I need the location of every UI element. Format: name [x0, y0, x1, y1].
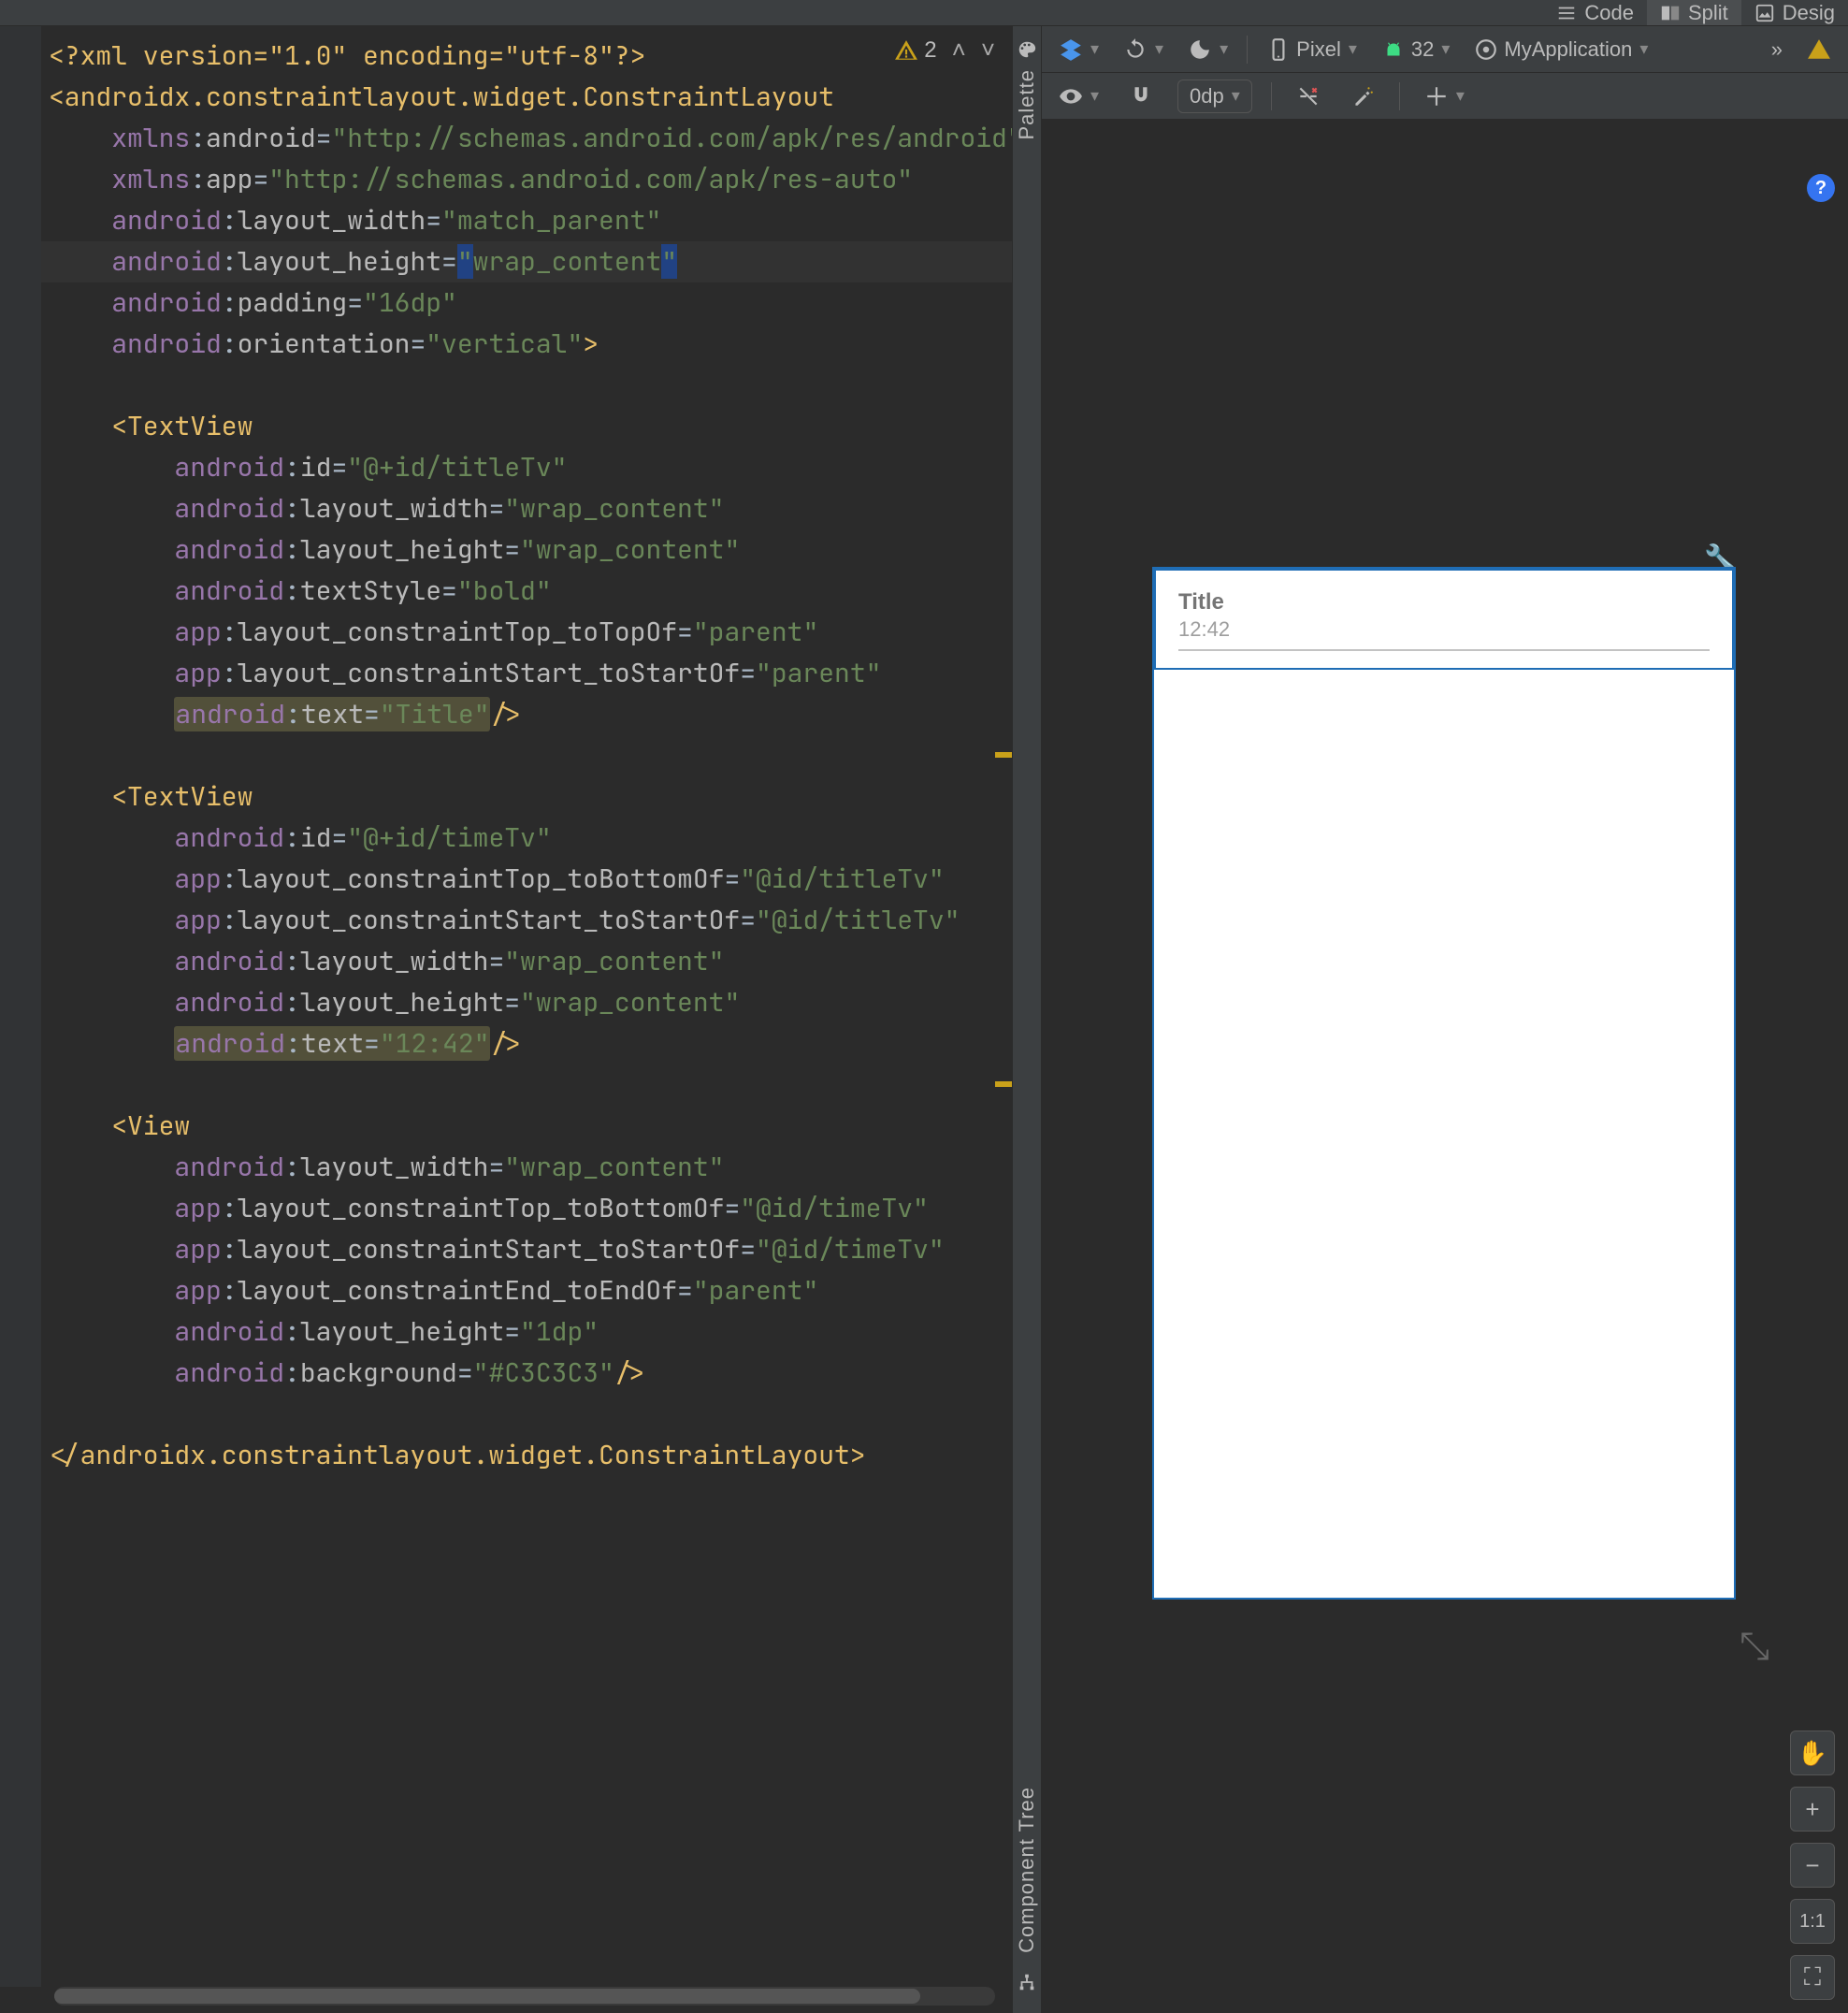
warning-icon: [1807, 37, 1831, 62]
magnet-button[interactable]: [1123, 80, 1159, 112]
design-toolbar-primary: ▾ ▾ ▾ Pixel▾ 32▾: [1042, 26, 1848, 73]
tree-icon: [1017, 1972, 1037, 1992]
infer-constraints-button[interactable]: [1345, 80, 1380, 112]
palette-label: Palette: [1015, 69, 1039, 140]
toolbar-warning[interactable]: [1801, 34, 1837, 65]
tab-code[interactable]: Code: [1543, 0, 1647, 25]
design-surface-button[interactable]: ▾: [1053, 34, 1104, 65]
split-icon: [1660, 3, 1681, 23]
list-icon: [1556, 3, 1577, 23]
zoom-fit-button[interactable]: ⛶: [1790, 1955, 1835, 2000]
guidelines-button[interactable]: ▾: [1419, 80, 1470, 112]
tab-design[interactable]: Desig: [1741, 0, 1848, 25]
theme-label: MyApplication: [1504, 37, 1632, 62]
design-toolbar-secondary: ▾ 0dp▾: [1042, 73, 1848, 120]
api-label: 32: [1411, 37, 1434, 62]
api-selector[interactable]: 32▾: [1376, 34, 1456, 65]
inspection-warnings[interactable]: 2: [894, 37, 936, 64]
tab-split-label: Split: [1688, 1, 1728, 25]
clear-constraints-icon: [1296, 84, 1321, 109]
pan-button[interactable]: ✋: [1790, 1731, 1835, 1775]
resize-handle[interactable]: ⤡: [1740, 1626, 1769, 1668]
phone-icon: [1266, 37, 1291, 62]
device-preview[interactable]: Title 12:42: [1154, 569, 1734, 1598]
preview-time: 12:42: [1154, 615, 1734, 649]
zoom-reset-button[interactable]: 1:1: [1790, 1899, 1835, 1944]
default-margin-field[interactable]: 0dp▾: [1177, 80, 1252, 113]
view-options-button[interactable]: ▾: [1053, 80, 1104, 112]
zoom-out-button[interactable]: −: [1790, 1843, 1835, 1888]
layers-icon: [1059, 37, 1083, 62]
component-tree-panel-tab[interactable]: Component Tree: [1012, 1774, 1042, 2006]
tab-code-label: Code: [1584, 1, 1634, 25]
orientation-button[interactable]: ▾: [1118, 34, 1169, 65]
wand-icon: [1350, 84, 1375, 109]
guidelines-icon: [1424, 84, 1449, 109]
warning-count: 2: [924, 37, 936, 64]
night-mode-button[interactable]: ▾: [1182, 34, 1234, 65]
help-button[interactable]: ?: [1807, 174, 1835, 202]
device-label: Pixel: [1296, 37, 1341, 62]
component-tree-label: Component Tree: [1015, 1787, 1039, 1953]
editor-horizontal-scrollbar[interactable]: [54, 1987, 995, 2006]
tab-design-label: Desig: [1783, 1, 1835, 25]
warning-icon: [894, 38, 918, 63]
magnet-icon: [1129, 84, 1153, 109]
clear-constraints-button[interactable]: [1291, 80, 1326, 112]
app-theme-icon: [1474, 37, 1498, 62]
prev-highlight-button[interactable]: ˄: [952, 36, 966, 65]
code-editor[interactable]: 2 ˄ ˅ <?xml version="1.0" encoding="utf-…: [0, 26, 1012, 2013]
tab-split[interactable]: Split: [1647, 0, 1741, 25]
eye-icon: [1059, 84, 1083, 109]
preview-title: Title: [1154, 569, 1734, 615]
palette-panel-tab[interactable]: Palette: [1012, 26, 1042, 2013]
moon-icon: [1188, 37, 1212, 62]
zoom-in-button[interactable]: +: [1790, 1787, 1835, 1832]
editor-gutter: [0, 26, 41, 1987]
android-icon: [1381, 37, 1406, 62]
palette-icon: [1017, 39, 1037, 60]
preview-divider: [1178, 649, 1710, 651]
next-highlight-button[interactable]: ˅: [981, 36, 995, 65]
device-selector[interactable]: Pixel▾: [1261, 34, 1363, 65]
design-canvas[interactable]: ? 🔧 Title 12:42 ⤡ ✋ + − 1:1 ⛶: [1042, 120, 1848, 2013]
image-icon: [1754, 3, 1775, 23]
margin-value: 0dp: [1190, 84, 1224, 109]
toolbar-overflow[interactable]: »: [1766, 34, 1788, 65]
rotate-icon: [1123, 37, 1148, 62]
view-mode-tabs: Code Split Desig: [0, 0, 1848, 26]
theme-selector[interactable]: MyApplication▾: [1468, 34, 1653, 65]
